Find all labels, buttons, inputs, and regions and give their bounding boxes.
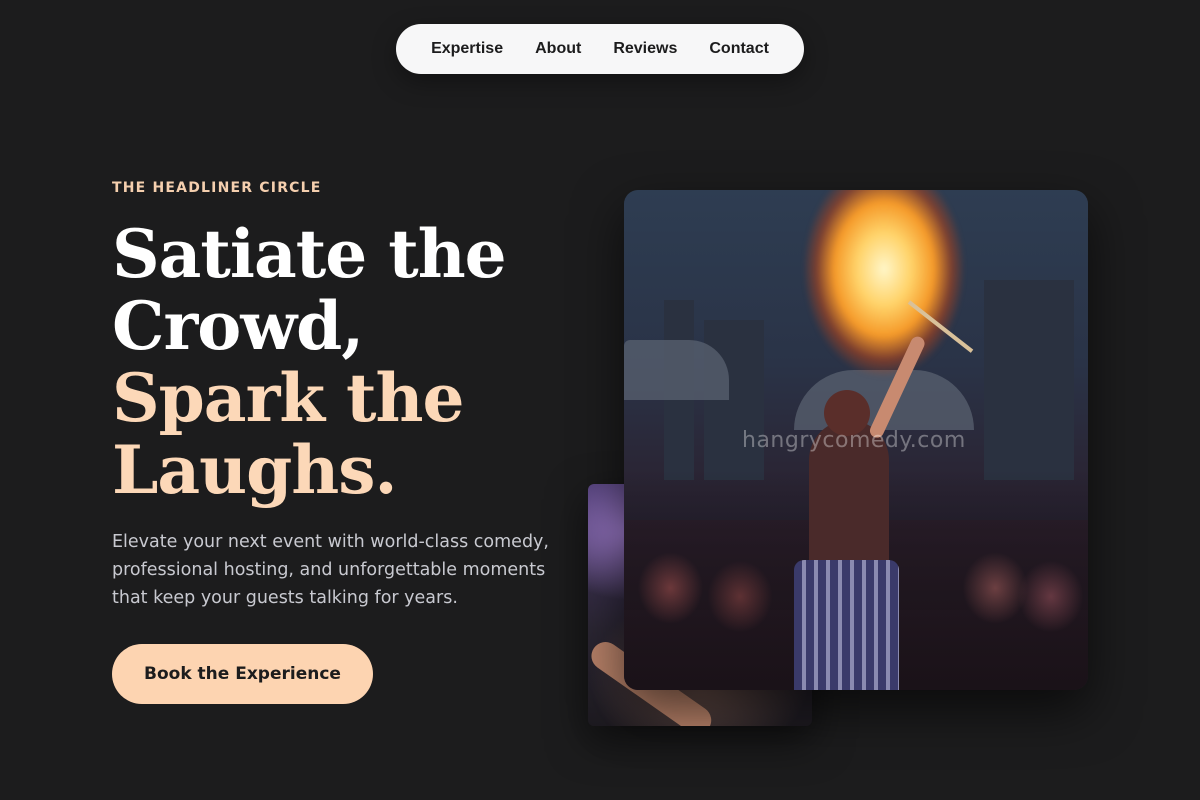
hero-headline: Satiate the Crowd, Spark the Laughs. xyxy=(112,218,582,506)
main-nav: Expertise About Reviews Contact xyxy=(396,24,804,74)
headline-line-4: Laughs. xyxy=(112,431,397,509)
performer-skirt xyxy=(794,560,899,690)
photo-watermark: hangrycomedy.com xyxy=(742,428,966,453)
headline-line-3: Spark the xyxy=(112,359,465,437)
headline-line-2: Crowd, xyxy=(112,287,364,365)
tent-shape xyxy=(624,340,729,400)
building-shape xyxy=(984,280,1074,480)
hero-eyebrow: THE HEADLINER CIRCLE xyxy=(112,180,322,196)
fire-burst xyxy=(784,190,984,390)
fire-performer-photo: hangrycomedy.com xyxy=(624,190,1088,690)
book-experience-button[interactable]: Book the Experience xyxy=(112,644,373,704)
nav-link-expertise[interactable]: Expertise xyxy=(431,40,503,58)
building-shape xyxy=(704,320,764,480)
hero-description: Elevate your next event with world-class… xyxy=(112,532,549,608)
nav-link-contact[interactable]: Contact xyxy=(709,40,769,58)
nav-link-about[interactable]: About xyxy=(535,40,581,58)
headline-line-1: Satiate the xyxy=(112,215,507,293)
nav-link-reviews[interactable]: Reviews xyxy=(613,40,677,58)
